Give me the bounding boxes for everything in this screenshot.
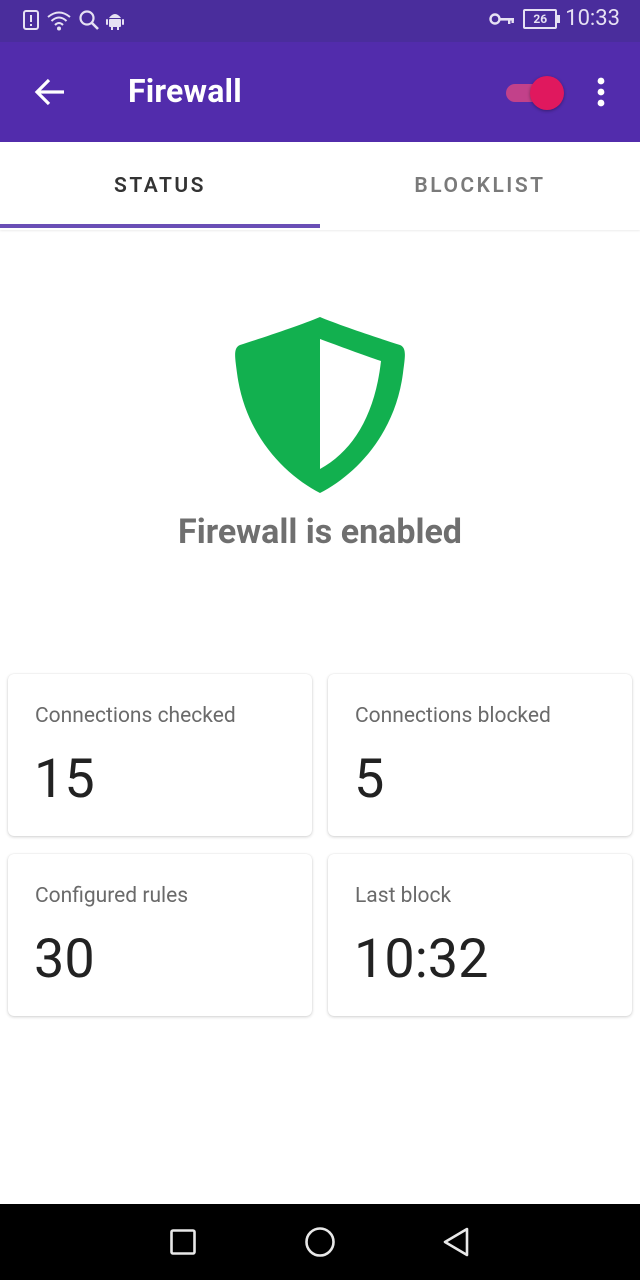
tab-indicator [0, 224, 320, 228]
stat-label: Last block [355, 884, 452, 908]
stat-value: 5 [354, 748, 385, 811]
stat-label: Connections blocked [355, 704, 551, 728]
page-title: Firewall [128, 72, 242, 110]
stat-value: 30 [34, 928, 95, 991]
stat-value: 10:32 [354, 928, 489, 991]
battery-level: 26 [533, 11, 548, 26]
home-button[interactable] [300, 1222, 340, 1262]
recents-icon [170, 1229, 196, 1255]
vpn-key-icon [489, 12, 515, 25]
home-icon [305, 1227, 335, 1257]
firewall-toggle[interactable] [504, 76, 564, 110]
stat-value: 15 [34, 748, 95, 811]
more-vert-icon [597, 77, 605, 107]
shield-icon [235, 317, 405, 493]
back-nav-icon [443, 1227, 469, 1257]
app-bar: Firewall [0, 42, 640, 142]
battery-icon: 26 [523, 8, 561, 29]
system-nav-bar [0, 1204, 640, 1280]
stat-card-connections-blocked: Connections blocked 5 [328, 674, 632, 836]
wifi-icon [47, 11, 71, 31]
stat-card-connections-checked: Connections checked 15 [8, 674, 312, 836]
arrow-back-icon [34, 78, 64, 106]
stat-card-configured-rules: Configured rules 30 [8, 854, 312, 1016]
tab-bar: STATUS BLOCKLIST [0, 142, 640, 230]
stat-label: Connections checked [35, 704, 236, 728]
stat-card-last-block: Last block 10:32 [328, 854, 632, 1016]
status-right: 26 10:33 [489, 6, 620, 31]
back-button[interactable] [24, 68, 76, 116]
search-icon [79, 10, 99, 30]
overflow-menu-button[interactable] [584, 72, 618, 112]
status-icons [22, 9, 124, 31]
clock: 10:33 [565, 6, 620, 31]
toggle-thumb [530, 76, 564, 110]
alert-icon [23, 10, 39, 30]
stat-label: Configured rules [35, 884, 189, 908]
firewall-status-message: Firewall is enabled [178, 512, 462, 552]
tab-status[interactable]: STATUS [0, 142, 320, 230]
recents-button[interactable] [163, 1222, 203, 1262]
tab-blocklist[interactable]: BLOCKLIST [320, 142, 640, 230]
status-bar: 26 10:33 [0, 0, 640, 42]
nav-back-button[interactable] [436, 1222, 476, 1262]
android-icon [106, 14, 124, 30]
